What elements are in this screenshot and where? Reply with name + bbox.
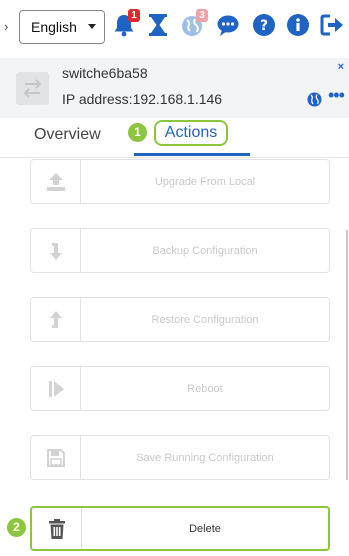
restore-configuration-button[interactable]: Restore Configuration [30,297,330,342]
more-options-button[interactable]: ••• [328,86,345,104]
download-arrow-icon [31,229,81,272]
tab-actions[interactable]: Actions [154,120,228,146]
info-icon[interactable] [286,12,310,38]
reboot-icon [31,367,81,410]
switch-device-icon [16,72,49,105]
upload-icon [31,160,81,203]
action-label: Delete [189,522,221,535]
chevron-down-icon [88,24,96,29]
backup-configuration-button[interactable]: Backup Configuration [30,228,330,273]
delete-button[interactable]: Delete [30,506,330,551]
scrollbar[interactable] [346,230,348,480]
upgrade-from-local-button[interactable]: Upgrade From Local [30,159,330,204]
action-label: Save Running Configuration [136,451,274,464]
close-panel-button[interactable]: × [338,61,344,73]
reboot-button[interactable]: Reboot [30,366,330,411]
nav-chevron[interactable]: › [4,19,8,34]
tab-overview[interactable]: Overview [34,126,101,144]
ip-value: 192.168.1.146 [132,91,223,107]
device-name: switche6ba58 [62,65,148,81]
hourglass-icon[interactable] [146,12,170,38]
top-toolbar: › English 1 3 ? [0,0,349,56]
tab-bar: Overview 1 Actions [0,118,349,158]
trash-icon [32,508,82,549]
action-label: Restore Configuration [151,313,259,326]
restore-arrow-icon [31,298,81,341]
step-marker: 1 [128,123,147,142]
action-label: Reboot [187,382,223,395]
svg-text:?: ? [260,18,268,34]
save-running-configuration-button[interactable]: Save Running Configuration [30,435,330,480]
ip-label: IP address: [62,91,133,107]
globe-icon[interactable]: 3 [180,9,208,38]
save-icon [31,436,81,479]
device-header: switche6ba58 IP address:192.168.1.146 × … [0,58,349,118]
chat-icon[interactable] [216,12,240,38]
notification-badge: 1 [128,9,140,22]
device-ip: IP address:192.168.1.146 [62,91,222,107]
device-globe-icon[interactable] [307,92,322,107]
step-marker: 2 [7,518,26,537]
action-label: Backup Configuration [152,244,258,257]
language-select[interactable]: English [19,10,105,44]
active-tab-indicator [134,153,250,156]
bell-icon[interactable]: 1 [112,9,140,38]
globe-badge: 3 [196,9,208,22]
action-label: Upgrade From Local [154,175,256,188]
logout-icon[interactable] [320,12,344,38]
help-icon[interactable]: ? [252,12,276,38]
language-select-value: English [31,19,77,35]
